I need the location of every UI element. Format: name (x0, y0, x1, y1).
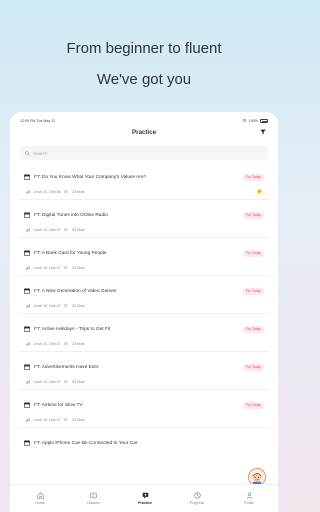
lesson-row[interactable]: FT: A New Generation of Video Games For … (18, 278, 270, 314)
lesson-title: FT: Do You Know What Your Company's Valu… (34, 175, 147, 180)
lesson-duration: 30 Mins (71, 304, 85, 308)
calendar-icon (24, 326, 30, 332)
practice-icon (142, 492, 148, 499)
clock-icon (64, 380, 68, 384)
status-time: 12:09 PM Tue May 12 (20, 119, 56, 123)
for-today-badge: For Today (242, 250, 264, 257)
for-today-badge: For Today (242, 212, 264, 219)
clock-icon (64, 190, 68, 194)
clock-icon (64, 342, 68, 346)
lesson-level: Level 10, Unit 37 (33, 342, 61, 346)
calendar-icon (24, 364, 30, 370)
battery-icon (260, 119, 268, 123)
lesson-level: Level 10, Unit 37 (33, 418, 61, 422)
tab-classes[interactable]: Classes (78, 492, 108, 505)
level-bars-icon (26, 304, 30, 308)
battery-percent: 100% (248, 119, 258, 123)
lesson-duration: 30 Mins (71, 228, 85, 232)
calendar-icon (24, 440, 30, 446)
wifi-icon (242, 119, 247, 123)
for-today-badge: For Today (242, 288, 264, 295)
search-icon (25, 150, 30, 156)
lesson-row[interactable]: FT: Do You Know What Your Company's Valu… (18, 164, 270, 200)
app-screen: 12:09 PM Tue May 12 100% Practice FT: Do… (10, 112, 278, 512)
lesson-level: Level 10, Unit 37 (33, 266, 61, 270)
lesson-row[interactable]: FT: Apple iPhone Can Be Connected to You… (18, 430, 270, 466)
lesson-title: FT: Digital Tunes into Online Radio (34, 213, 108, 218)
tab-profile[interactable]: Profile (234, 492, 264, 505)
lesson-duration: 30 Mins (71, 418, 85, 422)
clock-icon (64, 304, 68, 308)
lesson-duration: 30 Mins (71, 190, 85, 194)
tab-bar: Home Classes Practice Progress Profile (10, 484, 278, 512)
lesson-level: Level 10, Unit 37 (33, 304, 61, 308)
page-title: Practice (131, 129, 157, 136)
level-bars-icon (26, 190, 30, 194)
status-bar: 12:09 PM Tue May 12 100% (10, 116, 278, 126)
lesson-title: FT: Active Holidays - Trips to Get Fit (34, 327, 111, 332)
lesson-duration: 30 Mins (71, 380, 85, 384)
search-bar[interactable] (20, 146, 268, 160)
lesson-title: FT: Airtime for Slow TV (34, 403, 83, 408)
hero-headline: From beginner to fluent (66, 40, 222, 57)
level-bars-icon (26, 342, 30, 346)
lesson-row[interactable]: FT: Digital Tunes into Online Radio For … (18, 202, 270, 238)
lesson-duration: 30 Mins (71, 266, 85, 270)
level-bars-icon (26, 228, 30, 232)
clock-icon (64, 228, 68, 232)
avatar-face-icon (249, 469, 265, 485)
profile-icon (246, 492, 252, 499)
calendar-icon (24, 288, 30, 294)
for-today-badge: For Today (242, 174, 264, 181)
lesson-title: FT: A Bank Card for Young People (34, 251, 107, 256)
calendar-icon (24, 174, 30, 180)
tab-practice[interactable]: Practice (130, 492, 160, 505)
level-bars-icon (26, 380, 30, 384)
for-today-badge: For Today (242, 402, 264, 409)
play-icon[interactable] (257, 189, 262, 194)
lesson-row[interactable]: FT: Active Holidays - Trips to Get Fit F… (18, 316, 270, 352)
clock-icon (64, 418, 68, 422)
level-bars-icon (26, 418, 30, 422)
classes-icon (89, 492, 97, 499)
for-today-badge: For Today (242, 364, 264, 371)
lesson-level: Level 10, Unit 38 (33, 190, 61, 194)
filter-icon[interactable] (260, 129, 266, 135)
clock-icon (64, 266, 68, 270)
lesson-title: FT: A New Generation of Video Games (34, 289, 117, 294)
nav-bar: Practice (10, 126, 278, 142)
for-today-badge: For Today (242, 326, 264, 333)
calendar-icon (24, 212, 30, 218)
calendar-icon (24, 250, 30, 256)
hero-subheadline: We've got you (96, 71, 192, 88)
lesson-row[interactable]: FT: Advertisements Have Ears For Today L… (18, 354, 270, 390)
lesson-duration: 30 Mins (71, 342, 85, 346)
calendar-icon (24, 402, 30, 408)
progress-icon (193, 492, 201, 499)
lesson-title: FT: Apple iPhone Can Be Connected to You… (34, 441, 138, 446)
lesson-title: FT: Advertisements Have Ears (34, 365, 99, 370)
tab-home[interactable]: Home (25, 492, 55, 505)
lesson-level: Level 10, Unit 37 (33, 380, 61, 384)
home-icon (36, 492, 44, 499)
tab-progress[interactable]: Progress (182, 492, 212, 505)
lesson-row[interactable]: FT: A Bank Card for Young People For Tod… (18, 240, 270, 276)
level-bars-icon (26, 266, 30, 270)
lesson-level: Level 10, Unit 37 (33, 228, 61, 232)
search-input[interactable] (33, 150, 233, 156)
lesson-row[interactable]: FT: Airtime for Slow TV For Today Level … (18, 392, 270, 428)
